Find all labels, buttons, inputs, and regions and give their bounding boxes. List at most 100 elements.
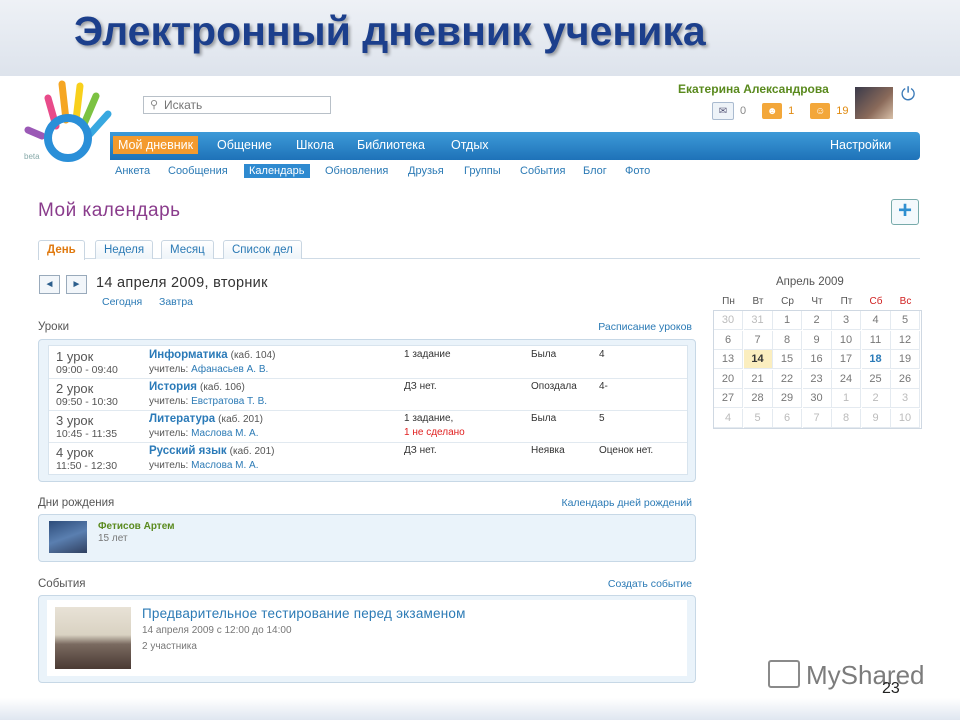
lesson-subject-link[interactable]: Русский язык (каб. 201) [149,445,274,457]
calendar-day[interactable]: 19 [891,350,920,369]
tab-month[interactable]: Месяц [161,240,214,259]
calendar-day[interactable]: 9 [802,330,832,350]
mail-icon[interactable]: ✉ [712,102,734,120]
calendar-day[interactable]: 21 [743,369,773,389]
event-title-link[interactable]: Предварительное тестирование перед экзам… [142,606,466,621]
calendar-day[interactable]: 7 [802,408,832,428]
logout-power-icon[interactable]: ⏻ [901,84,915,105]
calendar-day[interactable]: 30 [802,389,832,408]
calendar-day[interactable]: 5 [891,311,920,330]
prev-day-button[interactable]: ◄ [39,275,60,294]
calendar-day[interactable]: 24 [832,369,861,389]
calendar-day[interactable]: 29 [773,389,802,408]
calendar-day[interactable]: 10 [891,408,920,428]
subnav-events[interactable]: События [520,165,565,177]
calendar-day[interactable]: 22 [773,369,802,389]
calendar-day[interactable]: 9 [861,408,891,428]
lesson-row[interactable]: 2 урок 09:50 - 10:30 История (каб. 106) у… [49,378,687,411]
lesson-schedule-link[interactable]: Расписание уроков [560,321,692,333]
calendar-day[interactable]: 3 [891,389,920,408]
groups-icon[interactable]: ☺ [810,103,831,119]
subnav-blog[interactable]: Блог [583,165,607,177]
lesson-subject[interactable]: Русский язык [149,445,227,457]
teacher-link[interactable]: Маслова М. А. [191,460,258,471]
calendar-day[interactable]: 2 [802,311,832,330]
calendar-day[interactable]: 7 [743,330,773,350]
calendar-day[interactable]: 31 [743,311,773,330]
create-event-link[interactable]: Создать событие [560,578,692,590]
lesson-row[interactable]: 3 урок 10:45 - 11:35 Литература (каб. 201… [49,410,687,443]
calendar-day[interactable]: 12 [891,330,920,350]
calendar-day[interactable]: 8 [832,408,861,428]
nav-settings[interactable]: Настройки [830,138,891,152]
tab-week[interactable]: Неделя [95,240,154,259]
lesson-subject-link[interactable]: Литература (каб. 201) [149,413,263,425]
nav-leisure[interactable]: Отдых [451,138,489,152]
calendar-day[interactable]: 6 [773,408,802,428]
subnav-updates[interactable]: Обновления [325,165,388,177]
calendar-day[interactable]: 28 [743,389,773,408]
subnav-photo[interactable]: Фото [625,165,650,177]
lesson-subject-link[interactable]: Информатика (каб. 104) [149,349,275,361]
calendar-day[interactable]: 16 [802,350,832,369]
mail-count[interactable]: 0 [740,105,746,117]
subnav-friends[interactable]: Друзья [408,165,444,177]
calendar-day[interactable]: 11 [861,330,891,350]
calendar-day[interactable]: 26 [891,369,920,389]
calendar-day[interactable]: 4 [861,311,891,330]
calendar-day[interactable]: 25 [861,369,891,389]
nav-school[interactable]: Школа [296,138,334,152]
nav-communication[interactable]: Общение [217,138,272,152]
calendar-day[interactable]: 30 [714,311,743,330]
calendar-day[interactable]: 27 [714,389,743,408]
next-day-button[interactable]: ► [66,275,87,294]
lesson-subject[interactable]: Информатика [149,349,228,361]
calendar-day[interactable]: 18 [861,350,891,369]
teacher-link[interactable]: Маслова М. А. [191,428,258,439]
lesson-row[interactable]: 4 урок 11:50 - 12:30 Русский язык (каб. 2… [49,442,687,474]
lesson-subject[interactable]: История [149,381,197,393]
calendar-day[interactable]: 2 [861,389,891,408]
calendar-day[interactable]: 3 [832,311,861,330]
lesson-row[interactable]: 1 урок 09:00 - 09:40 Информатика (каб. 10… [49,346,687,379]
calendar-day[interactable]: 1 [773,311,802,330]
today-link[interactable]: Сегодня [102,296,142,308]
calendar-day[interactable]: 8 [773,330,802,350]
tab-todo-list[interactable]: Список дел [223,240,302,259]
calendar-day[interactable]: 23 [802,369,832,389]
tomorrow-link[interactable]: Завтра [159,296,193,308]
birthday-person-photo[interactable] [49,521,87,553]
subnav-calendar[interactable]: Календарь [244,164,310,178]
search-box[interactable]: ⚲ [143,96,331,114]
subnav-groups[interactable]: Группы [464,165,501,177]
calendar-day[interactable]: 13 [714,350,743,369]
friends-count[interactable]: 1 [788,105,794,117]
teacher-link[interactable]: Евстратова Т. В. [191,396,267,407]
tab-day[interactable]: День [38,240,85,260]
calendar-day[interactable]: 5 [743,408,773,428]
calendar-day[interactable]: 10 [832,330,861,350]
lesson-subject-link[interactable]: История (каб. 106) [149,381,245,393]
event-photo[interactable] [55,607,131,669]
nav-library[interactable]: Библиотека [357,138,425,152]
user-avatar[interactable] [855,87,893,119]
lesson-subject[interactable]: Литература [149,413,215,425]
calendar-day[interactable]: 17 [832,350,861,369]
nav-my-diary[interactable]: Мой дневник [113,136,199,154]
search-input[interactable] [164,97,324,113]
calendar-day[interactable]: 15 [773,350,802,369]
calendar-day[interactable]: 20 [714,369,743,389]
calendar-day[interactable]: 1 [832,389,861,408]
subnav-profile[interactable]: Анкета [115,165,150,177]
subnav-messages[interactable]: Сообщения [168,165,228,177]
event-participants[interactable]: 2 участника [142,641,197,652]
friends-icon[interactable]: ☻ [762,103,783,119]
teacher-link[interactable]: Афанасьев А. В. [191,364,268,375]
calendar-day[interactable]: 4 [714,408,743,428]
user-name-link[interactable]: Екатерина Александрова [678,82,829,96]
calendar-day[interactable]: 14 [743,350,773,369]
groups-count[interactable]: 19 [836,105,848,117]
birthday-calendar-link[interactable]: Календарь дней рождений [520,497,692,509]
add-event-plus-icon[interactable]: + [891,199,919,225]
birthday-person-name[interactable]: Фетисов Артем [98,521,175,532]
